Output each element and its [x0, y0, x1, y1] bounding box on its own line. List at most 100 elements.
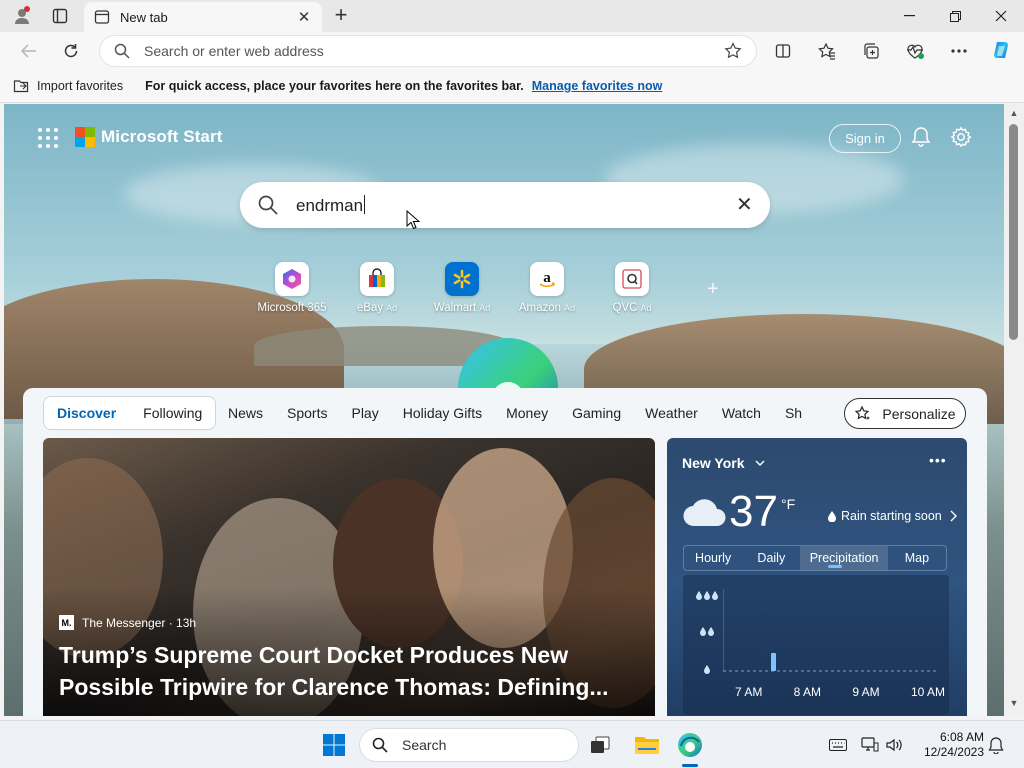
tab-discover[interactable]: Discover: [50, 405, 123, 421]
favorites-icon[interactable]: [814, 38, 840, 64]
system-clock[interactable]: 6:08 AM 12/24/2023: [914, 730, 984, 760]
brand-title[interactable]: Microsoft Start: [101, 127, 222, 147]
address-placeholder: Search or enter web address: [144, 43, 324, 59]
keyboard-icon[interactable]: [828, 735, 848, 755]
quick-link-ebay[interactable]: eBay Ad: [337, 262, 417, 314]
precipitation-scale-icons: [696, 591, 718, 674]
restore-button[interactable]: [932, 0, 978, 32]
add-quick-link-button[interactable]: +: [707, 278, 719, 301]
active-app-indicator: [682, 764, 698, 767]
category-holiday-gifts[interactable]: Holiday Gifts: [403, 405, 482, 421]
notifications-bell-icon[interactable]: [910, 126, 932, 148]
weather-tab-daily[interactable]: Daily: [742, 546, 800, 570]
category-weather[interactable]: Weather: [645, 405, 698, 421]
search-icon: [372, 737, 388, 753]
import-favorites-label: Import favorites: [37, 79, 124, 93]
weather-location-picker[interactable]: New York: [682, 455, 765, 471]
taskbar-search-box[interactable]: Search: [360, 729, 578, 761]
profile-icon[interactable]: [12, 6, 32, 26]
close-window-button[interactable]: [978, 0, 1024, 32]
edge-browser-icon[interactable]: [676, 731, 704, 759]
chevron-down-icon: [755, 460, 765, 466]
page-scrollbar[interactable]: ▲ ▼: [1004, 104, 1024, 716]
time-label: 9 AM: [852, 685, 880, 699]
copilot-icon[interactable]: [988, 38, 1014, 64]
weather-card: New York ••• 37 °F Rain starting soon Ho…: [667, 438, 967, 716]
time-label: 8 AM: [793, 685, 822, 699]
mouse-cursor-icon: [406, 210, 420, 230]
search-icon: [114, 43, 130, 59]
import-favorites-button[interactable]: Import favorites: [13, 79, 123, 93]
new-tab-page-icon: [94, 10, 110, 24]
favorite-star-icon[interactable]: [724, 42, 742, 60]
back-button[interactable]: [16, 38, 42, 64]
tile-label: QVC: [612, 302, 638, 314]
category-gaming[interactable]: Gaming: [572, 405, 621, 421]
category-sports[interactable]: Sports: [287, 405, 327, 421]
category-shopping[interactable]: Sh: [785, 405, 802, 421]
clock-date: 12/24/2023: [923, 745, 984, 759]
personalize-button[interactable]: Personalize: [844, 398, 966, 429]
qvc-icon: [622, 269, 642, 289]
tile-label: Walmart: [433, 302, 477, 314]
weather-alert-link[interactable]: Rain starting soon: [828, 509, 957, 523]
article-headline[interactable]: Trump’s Supreme Court Docket Produces Ne…: [59, 639, 639, 703]
news-feed: Discover Following News Sports Play Holi…: [23, 388, 987, 716]
address-bar[interactable]: Search or enter web address: [100, 36, 756, 66]
settings-gear-icon[interactable]: [950, 126, 972, 148]
file-explorer-icon[interactable]: [633, 731, 661, 759]
svg-text:a: a: [543, 270, 551, 286]
weather-tab-precipitation[interactable]: Precipitation: [800, 546, 888, 570]
tile-label: Microsoft 365: [257, 302, 327, 314]
split-screen-icon[interactable]: [770, 38, 796, 64]
volume-icon[interactable]: [884, 735, 904, 755]
quick-link-amazon[interactable]: a Amazon Ad: [507, 262, 587, 314]
personalize-label: Personalize: [882, 405, 956, 422]
new-tab-button[interactable]: +: [330, 4, 352, 27]
sign-in-button[interactable]: Sign in: [829, 124, 901, 153]
weather-more-options-icon[interactable]: •••: [929, 452, 947, 468]
tab-new-tab[interactable]: New tab ✕: [84, 2, 322, 32]
settings-and-more-icon[interactable]: [946, 38, 972, 64]
quick-link-walmart[interactable]: Walmart Ad: [422, 262, 502, 314]
category-watch[interactable]: Watch: [722, 405, 761, 421]
minimize-button[interactable]: [886, 0, 932, 32]
walmart-spark-icon: [453, 269, 471, 289]
weather-city: New York: [682, 455, 745, 471]
clear-search-icon[interactable]: ✕: [736, 195, 753, 215]
weather-note: Rain starting soon: [841, 509, 942, 523]
ebay-bag-icon: [369, 268, 385, 287]
weather-tab-map[interactable]: Map: [888, 546, 946, 570]
favorites-bar: Import favorites For quick access, place…: [0, 70, 1024, 103]
tab-actions-icon[interactable]: [50, 6, 70, 26]
task-view-icon[interactable]: [586, 731, 614, 759]
scroll-down-arrow-icon[interactable]: ▼: [1008, 698, 1020, 710]
hero-article-card[interactable]: M. The Messenger · 13h Trump’s Supreme C…: [43, 438, 655, 716]
collections-icon[interactable]: [858, 38, 884, 64]
article-source: M. The Messenger · 13h: [59, 615, 196, 630]
web-search-box[interactable]: endrman ✕: [240, 182, 770, 228]
cloud-icon: [683, 499, 726, 527]
scrollbar-thumb[interactable]: [1009, 124, 1018, 340]
tile-label: Amazon: [518, 302, 562, 314]
category-play[interactable]: Play: [351, 405, 378, 421]
close-tab-icon[interactable]: ✕: [296, 9, 312, 26]
browser-essentials-icon[interactable]: [902, 38, 928, 64]
notification-bell-icon[interactable]: [986, 735, 1006, 755]
quick-link-qvc[interactable]: QVC Ad: [592, 262, 672, 314]
windows-start-icon[interactable]: [320, 731, 348, 759]
quick-link-microsoft-365[interactable]: Microsoft 365: [252, 262, 332, 314]
scroll-up-arrow-icon[interactable]: ▲: [1008, 108, 1020, 120]
navigation-bar: Search or enter web address: [0, 32, 1024, 70]
tab-following[interactable]: Following: [136, 405, 209, 421]
weather-tab-hourly[interactable]: Hourly: [684, 546, 742, 570]
manage-favorites-link[interactable]: Manage favorites now: [532, 79, 663, 93]
web-search-input[interactable]: endrman: [296, 194, 736, 216]
apps-launcher-icon[interactable]: [38, 128, 58, 148]
network-icon[interactable]: [860, 735, 880, 755]
refresh-button[interactable]: [58, 38, 84, 64]
raindrop-icon: [828, 510, 836, 522]
precipitation-chart: 7 AM 8 AM 9 AM 10 AM: [683, 575, 949, 715]
category-money[interactable]: Money: [506, 405, 548, 421]
category-news[interactable]: News: [228, 405, 263, 421]
